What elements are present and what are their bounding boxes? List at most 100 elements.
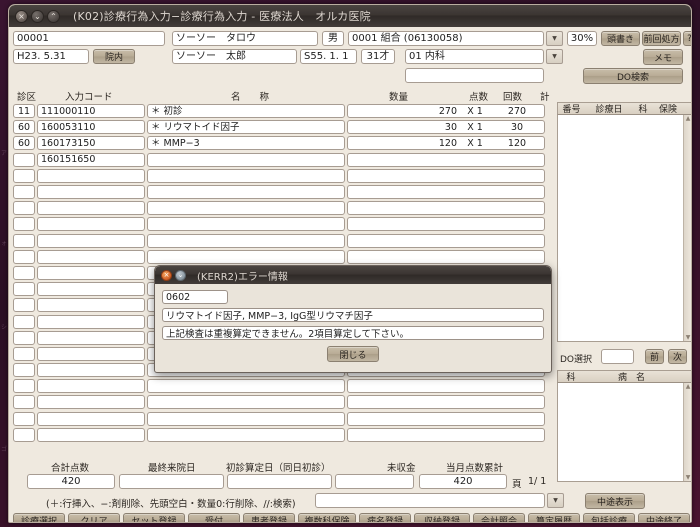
grid-cell-name[interactable]: ＊ MMP−3	[147, 136, 345, 150]
table-row[interactable]	[13, 233, 553, 249]
grid-cell-code[interactable]	[37, 412, 145, 426]
grid-cell-quantity-points[interactable]	[347, 169, 545, 183]
grid-cell-quantity-points[interactable]	[347, 217, 545, 231]
grid-cell-shinku[interactable]	[13, 234, 35, 248]
doctor-input[interactable]	[405, 68, 544, 83]
chuto-hyoji-button[interactable]: 中途表示	[585, 493, 645, 509]
grid-cell-code[interactable]	[37, 331, 145, 345]
grid-cell-quantity-points[interactable]	[347, 234, 545, 248]
patient-id-input[interactable]: 00001	[13, 31, 165, 46]
patient-kanji-name-input[interactable]: ソーソー 太郎	[172, 49, 297, 64]
grid-cell-code[interactable]	[37, 379, 145, 393]
department-input[interactable]: 01 内科	[405, 49, 544, 64]
visit-date-input[interactable]: H23. 5.31	[13, 49, 89, 64]
grid-cell-name[interactable]	[147, 395, 345, 409]
grid-cell-code[interactable]	[37, 234, 145, 248]
grid-cell-shinku[interactable]: 11	[13, 104, 35, 118]
grid-cell-name[interactable]	[147, 153, 345, 167]
history-scrollbar[interactable]: ▲ ▼	[683, 115, 692, 341]
grid-cell-shinku[interactable]	[13, 153, 35, 167]
history-table-body[interactable]: ▲ ▼	[557, 115, 692, 342]
grid-cell-code[interactable]	[37, 363, 145, 377]
grid-cell-name[interactable]	[147, 185, 345, 199]
scroll-up-icon[interactable]: ▲	[686, 383, 691, 390]
innai-button[interactable]: 院内	[93, 49, 135, 64]
dialog-minimize-icon[interactable]: ⌄	[175, 270, 186, 281]
close-icon[interactable]: ×	[15, 10, 28, 23]
table-row[interactable]	[13, 200, 553, 216]
birthdate-field[interactable]: S55. 1. 1	[300, 49, 357, 64]
grid-cell-code[interactable]	[37, 185, 145, 199]
grid-cell-shinku[interactable]	[13, 412, 35, 426]
do-next-button[interactable]: 次	[668, 349, 687, 364]
grid-cell-code[interactable]	[37, 282, 145, 296]
grid-cell-code[interactable]	[37, 347, 145, 361]
table-row[interactable]	[13, 427, 553, 443]
action-button-会計照会[interactable]: 会計照会	[473, 513, 525, 523]
action-button-病名登録[interactable]: 病名登録	[359, 513, 411, 523]
grid-cell-quantity-points[interactable]	[347, 428, 545, 442]
grid-cell-shinku[interactable]	[13, 282, 35, 296]
grid-cell-code[interactable]	[37, 217, 145, 231]
grid-cell-code[interactable]	[37, 315, 145, 329]
grid-cell-shinku[interactable]	[13, 298, 35, 312]
table-row[interactable]	[13, 216, 553, 232]
grid-cell-name[interactable]	[147, 428, 345, 442]
table-row[interactable]: 60160173150＊ MMP−3120X 1120	[13, 135, 553, 151]
grid-cell-quantity-points[interactable]	[347, 250, 545, 264]
action-button-診療選択[interactable]: 診療選択	[13, 513, 65, 523]
grid-cell-shinku[interactable]	[13, 169, 35, 183]
do-select-input[interactable]	[601, 349, 634, 364]
table-row[interactable]: 160151650	[13, 152, 553, 168]
action-button-セット登録[interactable]: セット登録	[123, 513, 185, 523]
grid-cell-name[interactable]	[147, 412, 345, 426]
grid-cell-code[interactable]: 160151650	[37, 153, 145, 167]
grid-cell-shinku[interactable]: 60	[13, 120, 35, 134]
grid-cell-code[interactable]	[37, 298, 145, 312]
grid-cell-quantity-points[interactable]	[347, 395, 545, 409]
grid-cell-code[interactable]: 160173150	[37, 136, 145, 150]
do-prev-button[interactable]: 前	[645, 349, 664, 364]
grid-cell-name[interactable]: ＊ 初診	[147, 104, 345, 118]
grid-cell-name[interactable]	[147, 201, 345, 215]
action-button-クリア[interactable]: クリア	[68, 513, 120, 523]
action-button-包括診療[interactable]: 包括診療	[583, 513, 635, 523]
grid-cell-quantity-points[interactable]: 120X 1120	[347, 136, 545, 150]
grid-cell-quantity-points[interactable]	[347, 379, 545, 393]
scroll-up-icon[interactable]: ▲	[686, 115, 691, 122]
insurance-input[interactable]: 0001 組合 (06130058)	[348, 31, 544, 46]
grid-cell-quantity-points[interactable]: 270X 1270	[347, 104, 545, 118]
action-button-患者登録[interactable]: 患者登録	[243, 513, 295, 523]
grid-cell-quantity-points[interactable]: 30X 130	[347, 120, 545, 134]
grid-cell-code[interactable]	[37, 266, 145, 280]
grid-cell-name[interactable]	[147, 234, 345, 248]
grid-cell-name[interactable]: ＊ リウマトイド因子	[147, 120, 345, 134]
grid-cell-code[interactable]	[37, 201, 145, 215]
table-row[interactable]	[13, 184, 553, 200]
table-row[interactable]: 11111000110＊ 初診270X 1270	[13, 103, 553, 119]
grid-cell-shinku[interactable]	[13, 217, 35, 231]
grid-cell-shinku[interactable]	[13, 185, 35, 199]
grid-cell-shinku[interactable]	[13, 395, 35, 409]
action-button-受付[interactable]: 受付	[188, 513, 240, 523]
grid-cell-name[interactable]	[147, 250, 345, 264]
scroll-down-icon[interactable]: ▼	[686, 334, 691, 341]
grid-cell-shinku[interactable]	[13, 363, 35, 377]
table-row[interactable]	[13, 394, 553, 410]
action-button-複数科保険[interactable]: 複数科保険	[298, 513, 356, 523]
table-row[interactable]	[13, 378, 553, 394]
grid-cell-shinku[interactable]	[13, 250, 35, 264]
grid-cell-name[interactable]	[147, 217, 345, 231]
grid-cell-shinku[interactable]: 60	[13, 136, 35, 150]
patient-kana-name-input[interactable]: ソーソー タロウ	[172, 31, 318, 46]
grid-cell-shinku[interactable]	[13, 428, 35, 442]
action-button-収納登録[interactable]: 収納登録	[414, 513, 470, 523]
grid-cell-code[interactable]	[37, 395, 145, 409]
grid-cell-code[interactable]	[37, 250, 145, 264]
table-row[interactable]	[13, 411, 553, 427]
maximize-icon[interactable]: ⌃	[47, 10, 60, 23]
dialog-close-icon[interactable]: ×	[161, 270, 172, 281]
action-button-算定履歴[interactable]: 算定履歴	[528, 513, 580, 523]
table-row[interactable]: 60160053110＊ リウマトイド因子30X 130	[13, 119, 553, 135]
grid-cell-code[interactable]	[37, 428, 145, 442]
